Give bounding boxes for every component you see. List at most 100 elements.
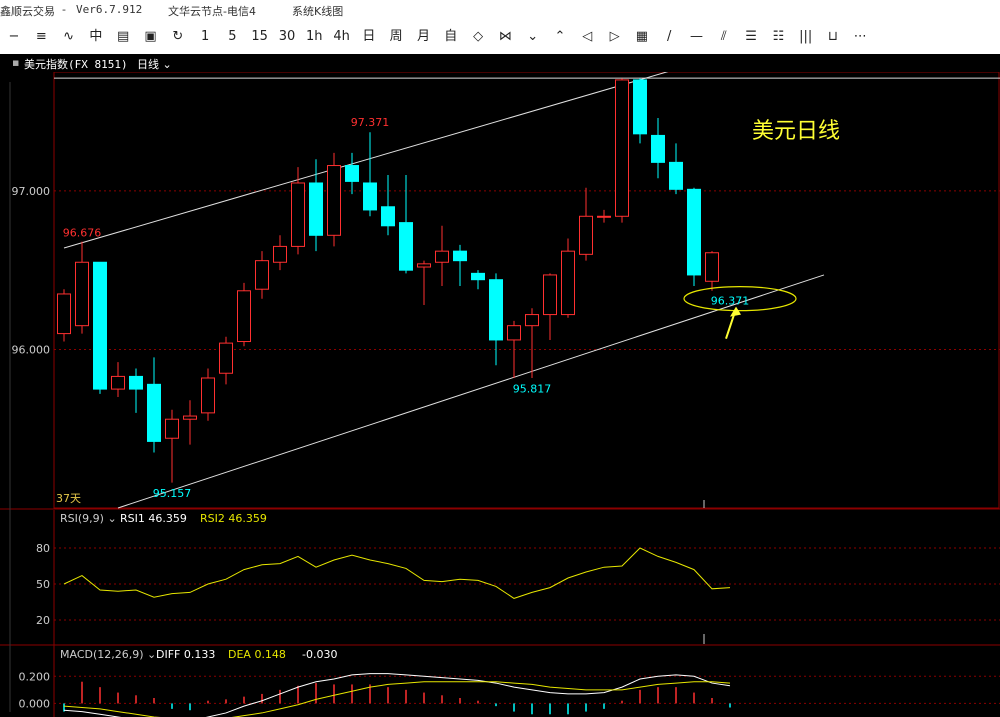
candle-body-up — [57, 293, 71, 335]
chevron-down-icon: ⌄ — [159, 58, 172, 71]
toolbar-gann-button[interactable]: ☷ — [766, 26, 790, 48]
candle-body-up — [111, 375, 125, 390]
period-selector[interactable]: 日线 ⌄ — [137, 56, 172, 72]
toolbar-right-button[interactable]: ▷ — [603, 26, 627, 48]
toolbar-template-button[interactable]: ▦ — [630, 26, 654, 48]
toolbar-month-button[interactable]: 月 — [412, 26, 436, 48]
toolbar-candle-button[interactable]: 中 — [84, 26, 108, 48]
toolbar-refresh-button[interactable]: ↻ — [166, 26, 190, 48]
header-bullet-icon: ▪ — [12, 56, 20, 69]
toolbar-bars-button[interactable]: ▤ — [111, 26, 135, 48]
candle-body-down — [129, 375, 143, 390]
macd-tick-label: 0.200 — [19, 670, 51, 683]
candle-body-up — [291, 182, 305, 247]
candle-body-down — [93, 261, 107, 390]
candle-body-down — [471, 272, 485, 281]
candle-body-down — [687, 188, 701, 276]
price-tick-label: 97.000 — [12, 185, 51, 198]
candle-body-up — [273, 245, 287, 263]
candle-body-down — [147, 383, 161, 442]
candle-body-down — [309, 182, 323, 236]
toolbar-hline-button[interactable]: — — [685, 26, 709, 48]
rsi-tick-label: 20 — [36, 614, 50, 627]
toolbar-p5-button[interactable]: 5 — [220, 26, 244, 48]
toolbar-down-button[interactable]: ⌄ — [521, 26, 545, 48]
toolbar-minus-button[interactable]: − — [2, 26, 26, 48]
kline-chart[interactable]: 97.000 96.000 96.676 95.157 97.371 95.817 97.7… — [0, 72, 1000, 717]
toolbar-channel-button[interactable]: ⫽ — [712, 26, 736, 48]
toolbar-period-button[interactable]: ||| — [794, 26, 818, 48]
candle-body-down — [669, 161, 683, 190]
toolbar-p1-button[interactable]: 1 — [193, 26, 217, 48]
toolbar-up-button[interactable]: ⌃ — [548, 26, 572, 48]
macd-diff-line — [63, 673, 731, 717]
candle-body-up — [255, 260, 269, 290]
candle-body-up — [705, 252, 719, 282]
rsi-line — [63, 547, 731, 599]
toolbar-more-button[interactable]: ⋯ — [848, 26, 872, 48]
macd-dea-line — [63, 681, 731, 717]
period-label: 日线 — [137, 58, 159, 71]
candle-body-up — [561, 250, 575, 316]
toolbar: − ≡ ∿ 中 ▤ ▣ ↻ 1 5 15 30 1h 4h 日周月自 ◇ ⋈ ⌄ ⌃ ◁ ▷ ▦ / — ⫽ ☰ ☷ ||| ⊔ ⋯ — [0, 20, 1000, 55]
instrument-name[interactable]: 美元指数(FX 8151) — [24, 56, 128, 72]
toolbar-zoom-in-button[interactable]: ⋈ — [493, 26, 517, 48]
candle-body-up — [615, 79, 629, 217]
toolbar-p30-button[interactable]: 30 — [275, 26, 299, 48]
rsi1-readout: RSI1 46.359 — [120, 512, 187, 525]
toolbar-p4h-button[interactable]: 4h — [330, 26, 354, 48]
candle-body-up — [219, 342, 233, 374]
rsi2-readout: RSI2 46.359 — [200, 512, 267, 525]
toolbar-save-button[interactable]: ▣ — [139, 26, 163, 48]
toolbar-p15-button[interactable]: 15 — [248, 26, 272, 48]
chart-header: ▪ 美元指数(FX 8151) 日线 ⌄ — [0, 54, 1000, 72]
title-bar: 鑫顺云交易 - Ver6.7.912 文华云节点-电信4 系统K线图 — [0, 0, 1000, 20]
candle-body-down — [399, 222, 413, 271]
price-marker-label: 95.817 — [513, 382, 552, 395]
price-marker-label: 97.371 — [351, 116, 390, 129]
toolbar-fib-button[interactable]: ☰ — [739, 26, 763, 48]
candle-body-down — [363, 182, 377, 211]
toolbar-stats-button[interactable]: ⊔ — [821, 26, 845, 48]
price-tick-label: 96.000 — [12, 343, 51, 356]
toolbar-custom-button[interactable]: 自 — [439, 26, 463, 48]
price-marker-label: 96.676 — [63, 226, 102, 239]
candle-body-up — [327, 165, 341, 236]
price-marker-label: 97.711 — [621, 72, 660, 75]
app-name: 鑫顺云交易 — [0, 5, 55, 18]
rsi-tick-label: 80 — [36, 542, 50, 555]
annotation-arrow-head — [730, 306, 741, 317]
candle-body-up — [201, 377, 215, 414]
title-separator: - — [62, 3, 66, 16]
candle-body-down — [633, 79, 647, 135]
candle-body-up — [525, 314, 539, 327]
candle-body-down — [651, 134, 665, 163]
toolbar-p1h-button[interactable]: 1h — [302, 26, 326, 48]
toolbar-day-button[interactable]: 日 — [357, 26, 381, 48]
toolbar-week-button[interactable]: 周 — [384, 26, 408, 48]
candle-body-up — [507, 325, 521, 341]
macd-diff-readout: DIFF 0.133 — [156, 648, 215, 661]
annotation-title: 美元日线 — [752, 119, 840, 144]
candle-body-up — [75, 261, 89, 327]
macd-dea-readout: DEA 0.148 — [228, 648, 286, 661]
toolbar-left-button[interactable]: ◁ — [575, 26, 599, 48]
rsi-tick-label: 50 — [36, 578, 50, 591]
candle-body-up — [237, 290, 251, 343]
candle-body-up — [597, 215, 611, 218]
main-panel-frame — [53, 72, 1000, 509]
candle-body-up — [543, 274, 557, 316]
toolbar-draw-line-button[interactable]: / — [657, 26, 681, 48]
rsi-title: RSI(9,9) ⌄ — [60, 512, 117, 525]
candle-body-down — [381, 206, 395, 227]
toolbar-zoom-out-button[interactable]: ◇ — [466, 26, 490, 48]
macd-value-readout: -0.030 — [302, 648, 337, 661]
toolbar-line-chart-button[interactable]: ∿ — [57, 26, 81, 48]
candle-body-up — [165, 418, 179, 439]
price-marker-label: 95.157 — [153, 487, 192, 500]
server-node: 文华云节点-电信4 — [168, 5, 256, 18]
candle-body-down — [345, 165, 359, 182]
period-count-label: 37天 — [56, 492, 81, 505]
toolbar-list-button[interactable]: ≡ — [29, 26, 53, 48]
window-tab[interactable]: 系统K线图 — [292, 3, 343, 19]
